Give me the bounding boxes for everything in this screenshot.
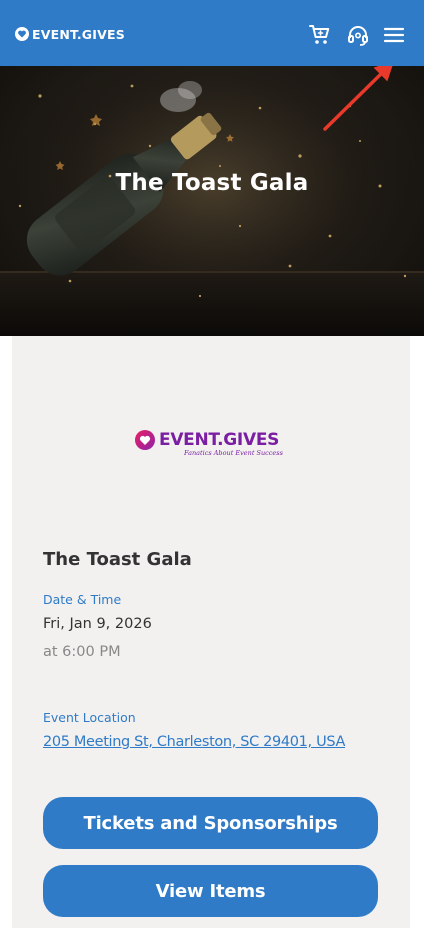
heart-logo-icon [15,27,29,41]
event-title: The Toast Gala [43,549,192,570]
heart-logo-icon [135,430,155,450]
event-card: EVENT.GIVES Fanatics About Event Success… [12,336,410,928]
event-time: at 6:00 PM [43,644,121,660]
logo-text: EVENT.GIVES [32,26,125,42]
hero-title: The Toast Gala [115,170,309,196]
champagne-bottle-image [0,66,424,336]
event-gives-logo: EVENT.GIVES Fanatics About Event Success [134,428,290,458]
logo-tagline: Fanatics About Event Success [184,449,283,457]
site-logo[interactable]: EVENT.GIVES [15,25,125,43]
event-location-link[interactable]: 205 Meeting St, Charleston, SC 29401, US… [43,734,345,750]
date-time-label: Date & Time [43,592,122,607]
event-location-label: Event Location [43,710,136,725]
hero-banner: The Toast Gala [0,66,424,336]
cart-icon[interactable] [308,23,332,47]
logo-brand-text: EVENT.GIVES [159,430,280,450]
menu-icon[interactable] [382,23,406,47]
support-icon[interactable] [346,23,370,47]
top-navigation-bar: EVENT.GIVES [0,0,424,66]
event-date: Fri, Jan 9, 2026 [43,616,152,632]
view-items-button[interactable]: View Items [43,865,378,917]
tickets-and-sponsorships-button[interactable]: Tickets and Sponsorships [43,797,378,849]
